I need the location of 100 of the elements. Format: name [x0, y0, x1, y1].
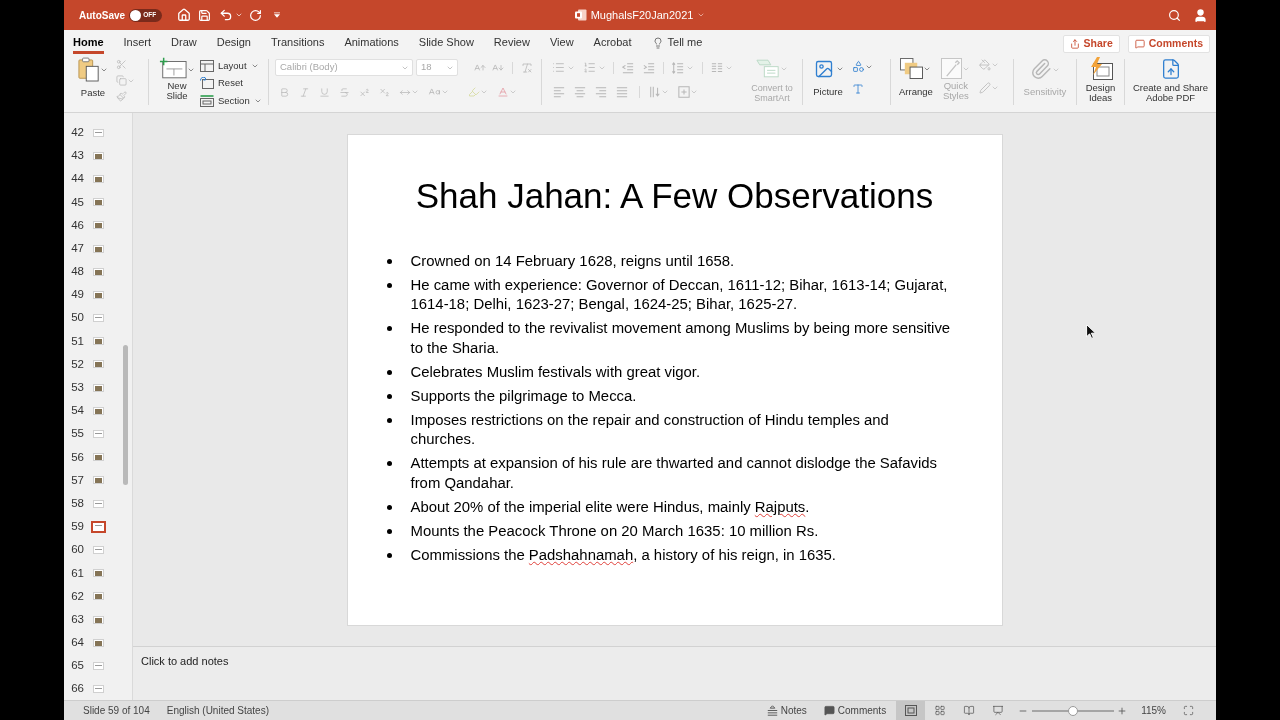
caret-icon[interactable] [100, 66, 108, 74]
align-right-icon[interactable] [595, 86, 607, 98]
slide-command-button[interactable]: Section [200, 92, 262, 110]
ribbon-tab[interactable]: Slide Show [418, 30, 474, 54]
search-icon[interactable] [1168, 8, 1181, 22]
reading-view-icon[interactable] [962, 705, 975, 716]
notes-button[interactable]: Notes [766, 703, 807, 718]
bullets-icon[interactable] [552, 61, 565, 74]
outline-icon[interactable] [978, 82, 991, 94]
picture-button[interactable]: Picture [812, 59, 844, 100]
normal-view-icon[interactable] [904, 705, 917, 716]
zoom-in-icon[interactable] [1117, 705, 1128, 716]
notes-field[interactable]: Click to add notes [133, 647, 1216, 700]
line-spacing-icon[interactable] [672, 61, 684, 74]
fill-icon[interactable] [978, 59, 991, 71]
grow-font-icon[interactable] [474, 61, 486, 74]
superscript-icon[interactable] [359, 86, 370, 98]
underline-icon[interactable] [319, 86, 330, 98]
caret-icon[interactable] [661, 88, 669, 96]
text-direction-icon[interactable] [649, 86, 661, 98]
font-color-icon[interactable] [497, 86, 509, 98]
strikethrough-icon[interactable] [339, 86, 350, 98]
comment-icon[interactable] [823, 705, 835, 716]
ribbon-tab[interactable]: Insert [123, 30, 152, 54]
share-button[interactable]: Share [1062, 35, 1120, 53]
justify-icon[interactable] [616, 86, 628, 98]
ribbon-tab[interactable]: Home [73, 30, 104, 54]
caret-icon[interactable] [990, 61, 999, 69]
slide-number: 47 [70, 240, 84, 256]
scrollbar-thumb[interactable] [123, 345, 128, 485]
reset-icon[interactable] [200, 77, 214, 90]
clear-format-icon[interactable] [521, 61, 533, 74]
redo-icon[interactable] [249, 8, 263, 22]
text-icon[interactable] [852, 83, 864, 95]
slide-number: 65 [70, 658, 84, 674]
shapes-icon[interactable] [852, 60, 865, 73]
slide-number: 48 [70, 264, 84, 280]
share-icon[interactable] [1069, 39, 1080, 49]
bold-icon[interactable] [279, 86, 290, 98]
numbering-icon[interactable] [583, 61, 596, 74]
paste-button[interactable]: Paste [76, 57, 110, 102]
slide-command-button[interactable]: Layout [200, 57, 262, 75]
caret-icon[interactable] [480, 88, 488, 96]
caret-icon[interactable] [690, 88, 698, 96]
caret-icon[interactable] [187, 66, 195, 74]
caret-icon[interactable] [697, 11, 706, 19]
save-icon[interactable] [198, 8, 212, 22]
slide-thumbnail[interactable] [91, 520, 106, 533]
undo-icon[interactable] [219, 8, 234, 22]
caret-icon[interactable] [923, 65, 932, 73]
comments-status-button[interactable]: Comments [823, 703, 887, 718]
adobe-pdf-button[interactable]: Create and Share Adobe PDF [1131, 54, 1210, 103]
align-center-icon[interactable] [574, 86, 586, 98]
section-icon[interactable] [200, 94, 214, 107]
slide-command-button[interactable]: Reset [200, 74, 262, 92]
align-left-icon[interactable] [553, 86, 565, 98]
italic-icon[interactable] [299, 86, 310, 98]
increase-indent-icon[interactable] [643, 61, 655, 74]
comment-icon[interactable] [1134, 39, 1145, 49]
grid-view-icon[interactable] [933, 705, 946, 716]
lightbulb-icon[interactable] [651, 36, 664, 49]
new-slide-button[interactable]: New Slide [158, 57, 196, 110]
ribbon-tab[interactable]: View [549, 30, 574, 54]
slider-thumb[interactable] [1068, 705, 1079, 716]
decrease-indent-icon[interactable] [622, 61, 634, 74]
align-text-icon[interactable] [678, 86, 690, 98]
ribbon-tab[interactable]: Animations [344, 30, 399, 54]
notes-icon[interactable] [766, 705, 778, 716]
language-label: English (United States) [166, 704, 269, 718]
columns-icon[interactable] [711, 61, 723, 74]
mouse-pointer-icon [1086, 324, 1096, 339]
customize-menu-icon[interactable] [274, 12, 281, 18]
caret-icon[interactable] [235, 11, 244, 19]
user-icon[interactable] [1193, 7, 1208, 23]
layout-icon[interactable] [200, 59, 214, 72]
fit-slide-icon[interactable] [1183, 705, 1194, 716]
bullet-text: Attempts at expansion of his rule are thwarted and cannot dislodge the Safavids from Qandahar. [410, 454, 938, 493]
zoom-slider[interactable] [1032, 705, 1115, 716]
comments-button[interactable]: Comments [1127, 35, 1210, 53]
ribbon-tab[interactable]: Design [216, 30, 251, 54]
caret-icon[interactable] [509, 88, 517, 96]
caret-icon[interactable] [441, 88, 449, 96]
bullet-text: Celebrates Muslim festivals with great vigor. [410, 362, 702, 382]
slideshow-icon[interactable] [991, 705, 1004, 716]
change-case-icon[interactable] [428, 86, 441, 98]
caret-icon[interactable] [411, 88, 419, 96]
ribbon-tab[interactable]: Transitions [271, 30, 325, 54]
view-button[interactable] [896, 701, 926, 720]
arrange-button[interactable]: Arrange [899, 58, 933, 101]
shrink-font-icon[interactable] [492, 61, 504, 74]
caret-icon[interactable] [836, 65, 844, 73]
home-icon[interactable] [177, 8, 192, 22]
subscript-icon[interactable] [379, 86, 390, 98]
ribbon-tab[interactable]: Draw [171, 30, 197, 54]
ribbon-tab[interactable]: Review [493, 30, 530, 54]
design-ideas-button[interactable]: Design Ideas [1083, 54, 1118, 103]
tell-me-button[interactable]: Tell me [651, 30, 703, 54]
caret-icon[interactable] [990, 84, 999, 92]
ribbon-tab[interactable]: Acrobat [593, 30, 632, 54]
slide-number: 57 [70, 472, 84, 488]
